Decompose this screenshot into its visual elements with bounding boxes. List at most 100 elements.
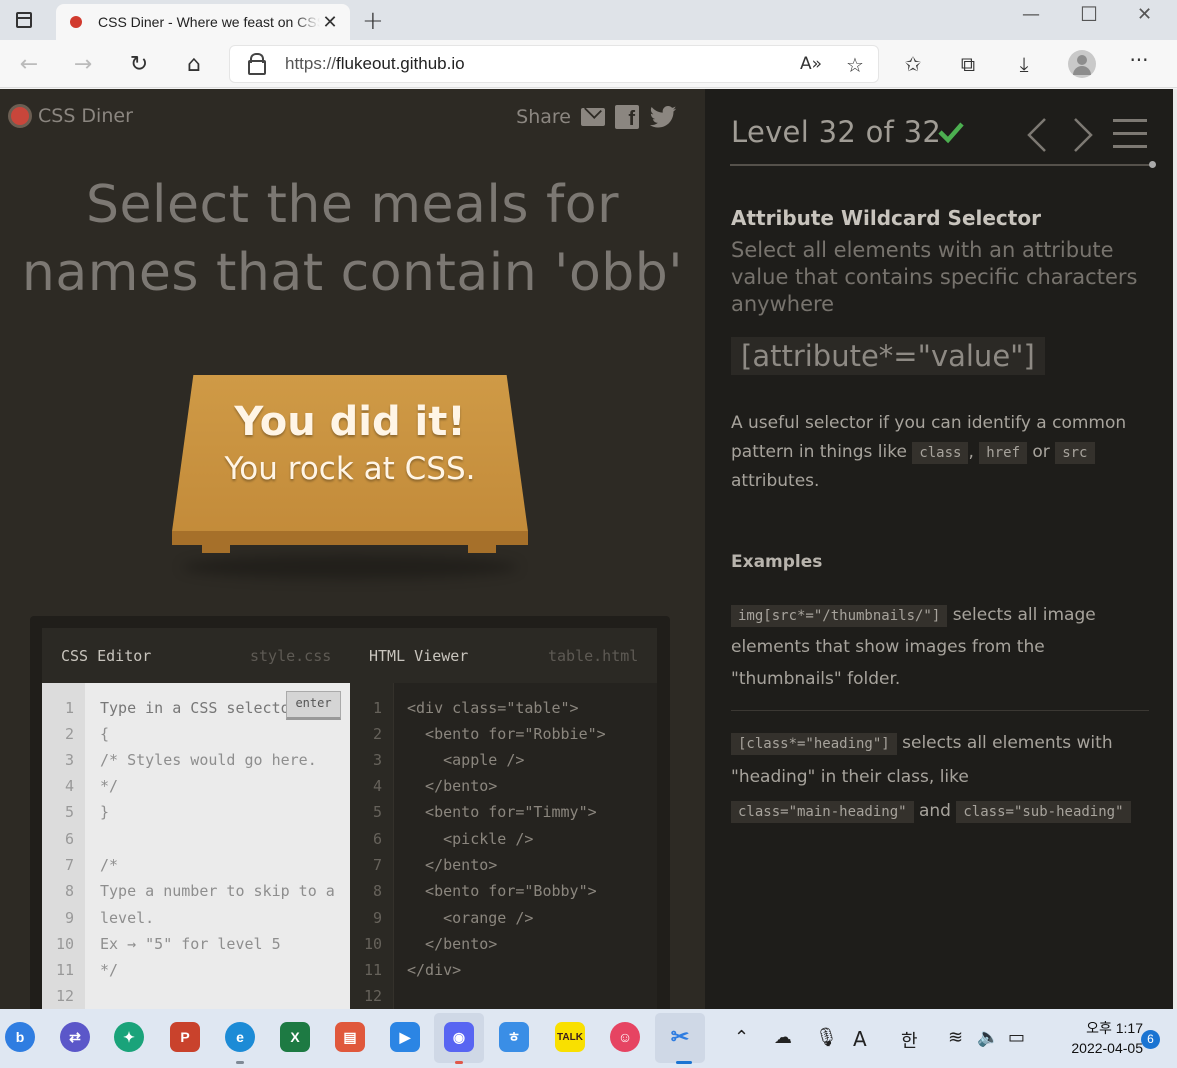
line-number: 1 (64, 699, 74, 717)
html-line[interactable]: </bento> (407, 935, 497, 953)
selector-syntax: [attribute*="value"] (731, 337, 1045, 375)
css-line: */ (100, 961, 119, 979)
discord-icon[interactable]: ◉ (444, 1022, 474, 1052)
enter-button[interactable]: enter (286, 691, 341, 720)
tab-actions-icon[interactable] (10, 9, 38, 31)
running-indicator (236, 1061, 244, 1064)
line-number: 3 (372, 751, 382, 769)
volume-icon[interactable]: 🔈 (977, 1027, 999, 1048)
line-number: 8 (372, 882, 382, 900)
wifi-icon[interactable]: ≋ (948, 1027, 963, 1048)
snipping-tool-icon[interactable]: ✂ (665, 1022, 695, 1052)
zoom-icon[interactable]: ▶ (390, 1022, 420, 1052)
selector-title: Select all elements with an attribute va… (731, 238, 1138, 316)
bing-app-icon[interactable]: b (5, 1022, 35, 1052)
html-line[interactable]: <orange /> (407, 909, 533, 927)
css-line: Type a number to skip to a (100, 882, 335, 900)
settings-more-icon[interactable]: ··· (1124, 48, 1154, 72)
html-line[interactable]: </bento> (407, 856, 497, 874)
line-number: 6 (64, 830, 74, 848)
hint-tag: class (912, 442, 969, 464)
running-indicator (676, 1061, 692, 1064)
collections-icon[interactable]: ⧉ (953, 52, 983, 76)
css-line: /* Styles would go here. (100, 751, 317, 769)
html-line[interactable]: <bento for="Robbie"> (407, 725, 606, 743)
close-tab-icon[interactable]: ✕ (320, 12, 340, 33)
ime-language-icon[interactable]: 한 (901, 1027, 918, 1053)
forward-icon[interactable]: → (68, 52, 98, 77)
example-code: class="sub-heading" (956, 801, 1131, 823)
page-scrollbar[interactable] (1173, 89, 1177, 1009)
sync-app-icon[interactable]: ⇄ (60, 1022, 90, 1052)
notes-app-icon[interactable]: ▤ (335, 1022, 365, 1052)
css-selector-input[interactable]: Type in a CSS selector (100, 699, 286, 717)
ime-mode-icon[interactable]: A (853, 1027, 867, 1051)
browser-tab[interactable]: CSS Diner - Where we feast on CSS Select… (56, 4, 350, 40)
line-number: 9 (372, 909, 382, 927)
url-protocol: https:// (285, 54, 337, 73)
html-line[interactable]: <apple /> (407, 751, 524, 769)
add-favorite-icon[interactable]: ☆ (840, 53, 870, 77)
html-line[interactable]: <bento for="Bobby"> (407, 882, 597, 900)
notification-badge[interactable]: 6 (1141, 1030, 1160, 1049)
downloads-icon[interactable]: ⤓ (1009, 52, 1039, 76)
html-line[interactable]: </bento> (407, 777, 497, 795)
window-close-icon[interactable]: ✕ (1137, 4, 1152, 25)
html-viewer-title: HTML Viewer (369, 647, 469, 665)
bird-app-icon[interactable]: ✦ (114, 1022, 144, 1052)
minimize-icon[interactable]: — (1022, 4, 1040, 25)
new-tab-icon[interactable]: + (362, 6, 384, 36)
table-shadow (182, 555, 518, 579)
running-indicator (455, 1061, 463, 1064)
url-field[interactable]: https://flukeout.github.io A» ☆ (229, 45, 879, 83)
hint-comma: , (968, 442, 974, 462)
html-line[interactable]: <div class="table"> (407, 699, 579, 717)
line-number: 11 (55, 961, 74, 979)
html-line[interactable]: </div> (407, 961, 461, 979)
next-level-icon[interactable] (1071, 117, 1095, 153)
html-viewer: 1 2 3 4 5 6 7 8 9 10 11 12 <div class="t… (350, 683, 657, 1009)
read-aloud-icon[interactable]: A» (796, 54, 826, 74)
edge-browser-icon[interactable]: e (225, 1022, 255, 1052)
html-line[interactable]: <bento for="Timmy"> (407, 803, 597, 821)
site-favicon-icon (70, 16, 82, 28)
lock-icon[interactable] (248, 53, 266, 75)
line-number: 4 (372, 777, 382, 795)
line-number: 3 (64, 751, 74, 769)
battery-icon[interactable]: ▭ (1008, 1027, 1025, 1048)
logo[interactable]: CSS Diner (8, 104, 133, 128)
microphone-icon[interactable]: 🎙 (815, 1027, 838, 1048)
facebook-icon[interactable]: f (615, 105, 639, 130)
order-line-2: names that contain 'obb' (21, 243, 684, 303)
html-gutter: 1 2 3 4 5 6 7 8 9 10 11 12 (350, 683, 394, 1009)
clock-time: 오후 1:17 (1086, 1020, 1143, 1036)
email-icon[interactable] (581, 108, 605, 126)
show-hidden-icons[interactable]: ⌃ (734, 1027, 749, 1048)
favorites-icon[interactable]: ✩ (898, 52, 928, 76)
line-number: 5 (64, 803, 74, 821)
clock[interactable]: 오후 1:17 2022-04-05 (1071, 1018, 1143, 1058)
kakaotalk-icon[interactable]: TALK (555, 1022, 585, 1052)
profile-avatar[interactable] (1068, 50, 1096, 78)
url-host: flukeout.github.io (336, 54, 465, 73)
table-leg-right (468, 545, 496, 553)
level-progress-dot (1149, 161, 1156, 168)
messenger-app-icon[interactable]: ☺ (610, 1022, 640, 1052)
home-icon[interactable]: ⌂ (179, 52, 209, 77)
examples-header: Examples (731, 552, 823, 572)
previous-level-icon[interactable] (1025, 117, 1049, 153)
back-icon[interactable]: ← (14, 52, 44, 77)
css-gutter: 1 2 3 4 5 6 7 8 9 10 11 12 (42, 683, 85, 1009)
level-progress-line (730, 164, 1150, 166)
onedrive-icon[interactable]: ☁ (774, 1027, 792, 1048)
maximize-icon[interactable]: ☐ (1080, 2, 1098, 26)
table-edge (172, 531, 528, 545)
powerpoint-icon[interactable]: P (170, 1022, 200, 1052)
tab-title: CSS Diner - Where we feast on CSS Select… (98, 14, 320, 30)
twitter-icon[interactable] (649, 106, 677, 128)
hangul-app-icon[interactable]: ㅎ (499, 1022, 529, 1052)
excel-icon[interactable]: X (280, 1022, 310, 1052)
share-label: Share (516, 106, 571, 128)
refresh-icon[interactable]: ↻ (124, 52, 154, 77)
html-line[interactable]: <pickle /> (407, 830, 533, 848)
